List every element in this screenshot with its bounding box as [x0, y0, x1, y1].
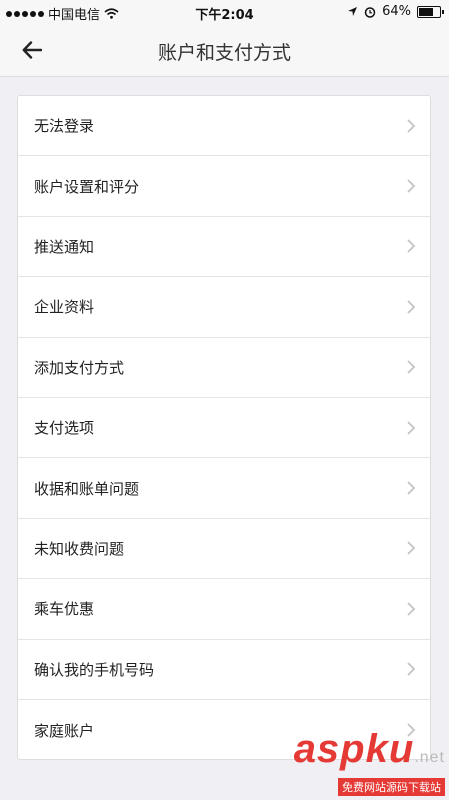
menu-list: 无法登录 账户设置和评分 推送通知 企业资料 添加支付方式 支付选项 收据和账单…: [17, 95, 431, 760]
status-right: 64%: [347, 4, 444, 19]
menu-item-push-notifications[interactable]: 推送通知: [18, 217, 430, 278]
menu-item-confirm-phone[interactable]: 确认我的手机号码: [18, 640, 430, 700]
battery-icon: [417, 5, 444, 18]
menu-item-cannot-login[interactable]: 无法登录: [18, 96, 430, 157]
menu-item-label: 乘车优惠: [34, 600, 95, 619]
menu-item-label: 无法登录: [34, 117, 95, 136]
watermark-domain: .net: [414, 749, 445, 766]
menu-item-label: 支付选项: [34, 419, 95, 438]
menu-item-label: 未知收费问题: [34, 539, 125, 558]
menu-item-business-profile[interactable]: 企业资料: [18, 277, 430, 338]
watermark: aspku.net 免费网站源码下载站: [294, 729, 445, 796]
chevron-right-icon: [407, 541, 416, 556]
menu-item-account-settings[interactable]: 账户设置和评分: [18, 156, 430, 217]
menu-item-label: 企业资料: [34, 298, 95, 317]
watermark-logo: aspku.net: [294, 729, 445, 778]
menu-item-add-payment[interactable]: 添加支付方式: [18, 338, 430, 398]
watermark-logo-text: asp: [293, 727, 366, 771]
chevron-right-icon: [407, 360, 416, 374]
status-bar: 中国电信 下午2:04 64%: [0, 0, 449, 24]
menu-item-label: 添加支付方式: [34, 358, 125, 377]
menu-item-label: 确认我的手机号码: [34, 660, 155, 679]
watermark-logo-text-2: ku: [365, 727, 415, 771]
chevron-right-icon: [407, 602, 416, 616]
menu-item-label: 推送通知: [34, 237, 95, 256]
menu-item-unknown-charges[interactable]: 未知收费问题: [18, 519, 430, 580]
watermark-tagline: 免费网站源码下载站: [338, 778, 445, 796]
chevron-right-icon: [407, 179, 416, 193]
location-arrow-icon: [348, 7, 358, 16]
battery-percentage: 64%: [382, 4, 411, 19]
menu-item-label: 账户设置和评分: [34, 177, 140, 196]
page-title: 账户和支付方式: [157, 42, 291, 64]
chevron-right-icon: [407, 119, 416, 133]
chevron-right-icon: [407, 239, 416, 254]
alarm-clock-icon: [364, 6, 376, 18]
navigation-bar: 账户和支付方式: [0, 24, 449, 77]
menu-item-label: 收据和账单问题: [34, 479, 140, 498]
menu-item-receipts-billing[interactable]: 收据和账单问题: [18, 458, 430, 519]
chevron-right-icon: [407, 662, 416, 676]
chevron-right-icon: [407, 300, 416, 314]
menu-item-ride-promotions[interactable]: 乘车优惠: [18, 579, 430, 640]
chevron-right-icon: [407, 421, 416, 435]
menu-item-payment-options[interactable]: 支付选项: [18, 398, 430, 459]
chevron-right-icon: [407, 481, 416, 495]
